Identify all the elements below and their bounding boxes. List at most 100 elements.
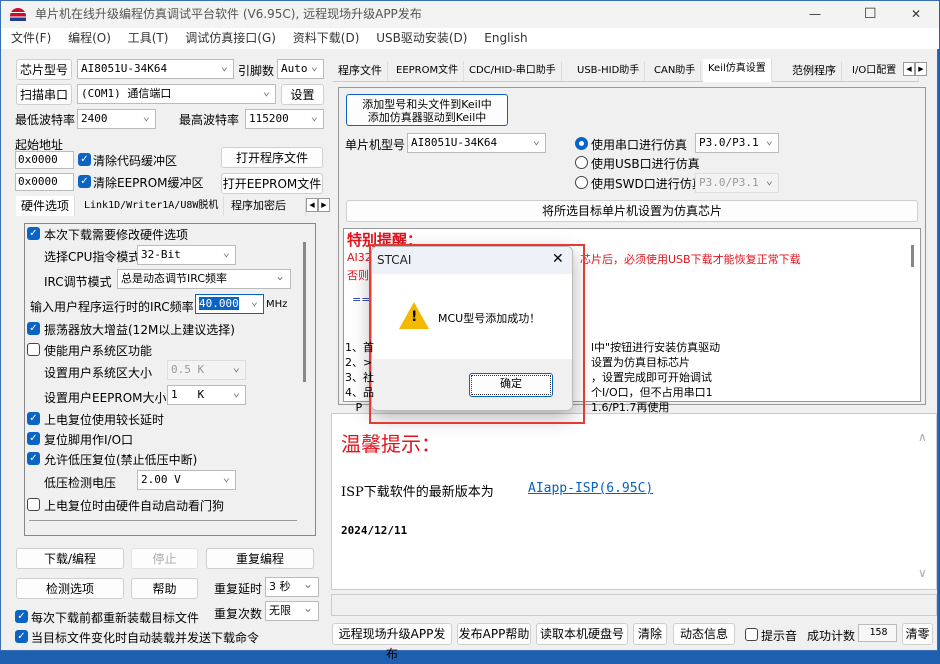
max-baud-select[interactable]: 115200	[245, 107, 324, 129]
eeprom-address-input[interactable]: 0x0000	[15, 173, 74, 191]
menu-english[interactable]: English	[484, 31, 527, 45]
max-baud-label: 最高波特率	[179, 113, 240, 127]
code-address-input[interactable]: 0x0000	[15, 151, 74, 169]
modify-hw-checkbox[interactable]: ✓	[27, 227, 40, 240]
osc-gain-checkbox[interactable]: ✓	[27, 322, 40, 335]
options-scrollbar[interactable]	[303, 242, 306, 382]
user-sys-label: 使能用户系统区功能	[44, 344, 153, 358]
step-2-start: 2、>	[345, 356, 373, 369]
long-delay-checkbox[interactable]: ✓	[27, 412, 40, 425]
tab-encryption[interactable]: 程序加密后	[226, 196, 306, 216]
serial-sim-radio[interactable]	[575, 137, 588, 150]
open-eeprom-file-button[interactable]: 打开EEPROM文件	[221, 173, 323, 194]
auto-send-checkbox[interactable]: ✓	[15, 630, 28, 643]
menu-download[interactable]: 资料下载(D)	[293, 31, 360, 45]
step-1-end: l中"按钮进行安装仿真驱动	[591, 341, 721, 354]
low-voltage-select[interactable]: 2.00 V	[137, 468, 236, 490]
dynamic-info-button[interactable]: 动态信息	[673, 623, 735, 645]
port-select[interactable]: (COM1) 通信端口	[77, 82, 276, 104]
clear-code-checkbox[interactable]: ✓	[78, 153, 91, 166]
divider	[29, 520, 297, 521]
clear-eeprom-checkbox[interactable]: ✓	[78, 175, 91, 188]
set-sim-chip-button[interactable]: 将所选目标单片机设置为仿真芯片	[346, 200, 918, 222]
scroll-down-icon[interactable]: ∨	[918, 566, 927, 580]
count-label: 成功计数	[807, 629, 856, 643]
sys-size-label: 设置用户系统区大小	[44, 366, 153, 380]
irc-freq-value: 40.000	[199, 297, 239, 310]
tab-eeprom-file[interactable]: EEPROM文件	[391, 61, 465, 81]
eeprom-size-select[interactable]: 1 K	[167, 383, 246, 405]
tab-can[interactable]: CAN助手	[649, 61, 702, 81]
download-program-button[interactable]: 下载/编程	[16, 548, 124, 569]
tab-program-file[interactable]: 程序文件	[333, 61, 388, 81]
irc-mode-select[interactable]: 总是动态调节IRC频率	[117, 267, 291, 289]
steps-left: 1、首 2、> 3、社 4、品 P	[345, 310, 374, 445]
tab-examples[interactable]: 范例程序	[787, 61, 842, 81]
tab-hardware-options[interactable]: 硬件选项	[16, 196, 76, 216]
success-count: 158	[858, 624, 897, 642]
lvr-checkbox[interactable]: ✓	[27, 452, 40, 465]
clear-button[interactable]: 清除	[633, 623, 667, 645]
serial-port-select[interactable]: P3.0/P3.1	[695, 131, 779, 153]
mcu-type-select[interactable]: AI8051U-34K64	[407, 131, 546, 153]
reset-io-checkbox[interactable]: ✓	[27, 432, 40, 445]
mhz-label: MHz	[266, 299, 288, 310]
right-tabs: 程序文件 EEPROM文件 CDC/HID-串口助手 USB-HID助手 CAN…	[333, 59, 919, 82]
close-button[interactable]: ✕	[911, 1, 921, 28]
step-3-start: 3、社	[345, 371, 374, 384]
tips-version-link[interactable]: AIapp-ISP(6.95C)	[528, 481, 653, 496]
tab-usb-hid[interactable]: USB-HID助手	[572, 61, 646, 81]
tab-keil-sim[interactable]: Keil仿真设置	[703, 59, 772, 82]
irc-freq-input[interactable]: 40.000	[195, 292, 264, 314]
menu-tools[interactable]: 工具(T)	[128, 31, 169, 45]
serial-sim-label: 使用串口进行仿真	[591, 138, 688, 152]
tab-cdc-hid[interactable]: CDC/HID-串口助手	[464, 61, 562, 81]
add-to-keil-button[interactable]: 添加型号和头文件到Keil中 添加仿真器驱动到Keil中	[346, 94, 508, 126]
usb-sim-radio[interactable]	[575, 156, 588, 169]
menu-file[interactable]: 文件(F)	[11, 31, 51, 45]
swd-port-select[interactable]: P3.0/P3.1	[695, 171, 779, 193]
user-sys-checkbox[interactable]	[27, 343, 40, 356]
notice-scrollbar[interactable]	[911, 245, 914, 267]
read-disk-button[interactable]: 读取本机硬盘号	[536, 623, 628, 645]
long-delay-label: 上电复位使用较长延时	[44, 413, 165, 427]
menu-usb-driver[interactable]: USB驱动安装(D)	[376, 31, 467, 45]
scroll-up-icon[interactable]: ∧	[918, 430, 927, 444]
reload-checkbox[interactable]: ✓	[15, 610, 28, 623]
scan-port-button[interactable]: 扫描串口	[16, 84, 72, 105]
swd-sim-radio[interactable]	[575, 176, 588, 189]
menu-debug[interactable]: 调试仿真接口(G)	[185, 31, 276, 45]
publish-app-button[interactable]: 远程现场升级APP发布	[332, 623, 452, 661]
repeat-program-button[interactable]: 重复编程	[206, 548, 314, 569]
publish-help-button[interactable]: 发布APP帮助	[457, 623, 531, 645]
sound-checkbox[interactable]	[745, 628, 758, 641]
pins-select[interactable]: Auto	[277, 57, 324, 79]
open-program-file-button[interactable]: 打开程序文件	[221, 147, 323, 168]
help-button[interactable]: 帮助	[131, 578, 198, 599]
notice-line2-start: 否则	[347, 269, 369, 282]
cpu-mode-select[interactable]: 32-Bit	[137, 243, 236, 265]
step-3-end: ，设置完成即可开始调试	[591, 371, 712, 384]
menu-program[interactable]: 编程(O)	[68, 31, 111, 45]
tab-link1d[interactable]: Link1D/Writer1A/U8W脱机	[79, 196, 225, 216]
wdt-checkbox[interactable]	[27, 498, 40, 511]
repeat-count-select[interactable]: 无限	[265, 599, 319, 621]
maximize-button[interactable]: ☐	[864, 1, 877, 28]
status-input[interactable]	[331, 594, 937, 616]
min-baud-select[interactable]: 2400	[77, 107, 156, 129]
sys-size-select[interactable]: 0.5 K	[167, 358, 246, 380]
chip-type-select[interactable]: AI8051U-34K64	[77, 57, 234, 79]
stop-button[interactable]: 停止	[131, 548, 198, 569]
minimize-button[interactable]: —	[809, 1, 821, 28]
reset-count-button[interactable]: 清零	[902, 623, 933, 645]
tabs-scroll-right-icon[interactable]: ▶	[915, 62, 927, 76]
tab-scroll-left-icon[interactable]: ◀	[306, 198, 318, 212]
notice-line1-end: 芯片后，必须使用USB下载才能恢复正常下载	[580, 253, 801, 266]
wdt-label: 上电复位时由硬件自动启动看门狗	[44, 499, 225, 513]
settings-button[interactable]: 设置	[281, 84, 324, 105]
tab-scroll-right-icon[interactable]: ▶	[318, 198, 330, 212]
repeat-delay-select[interactable]: 3 秒	[265, 575, 319, 597]
chip-type-button[interactable]: 芯片型号	[16, 59, 72, 80]
tabs-scroll-left-icon[interactable]: ◀	[903, 62, 915, 76]
check-options-button[interactable]: 检测选项	[16, 578, 124, 599]
